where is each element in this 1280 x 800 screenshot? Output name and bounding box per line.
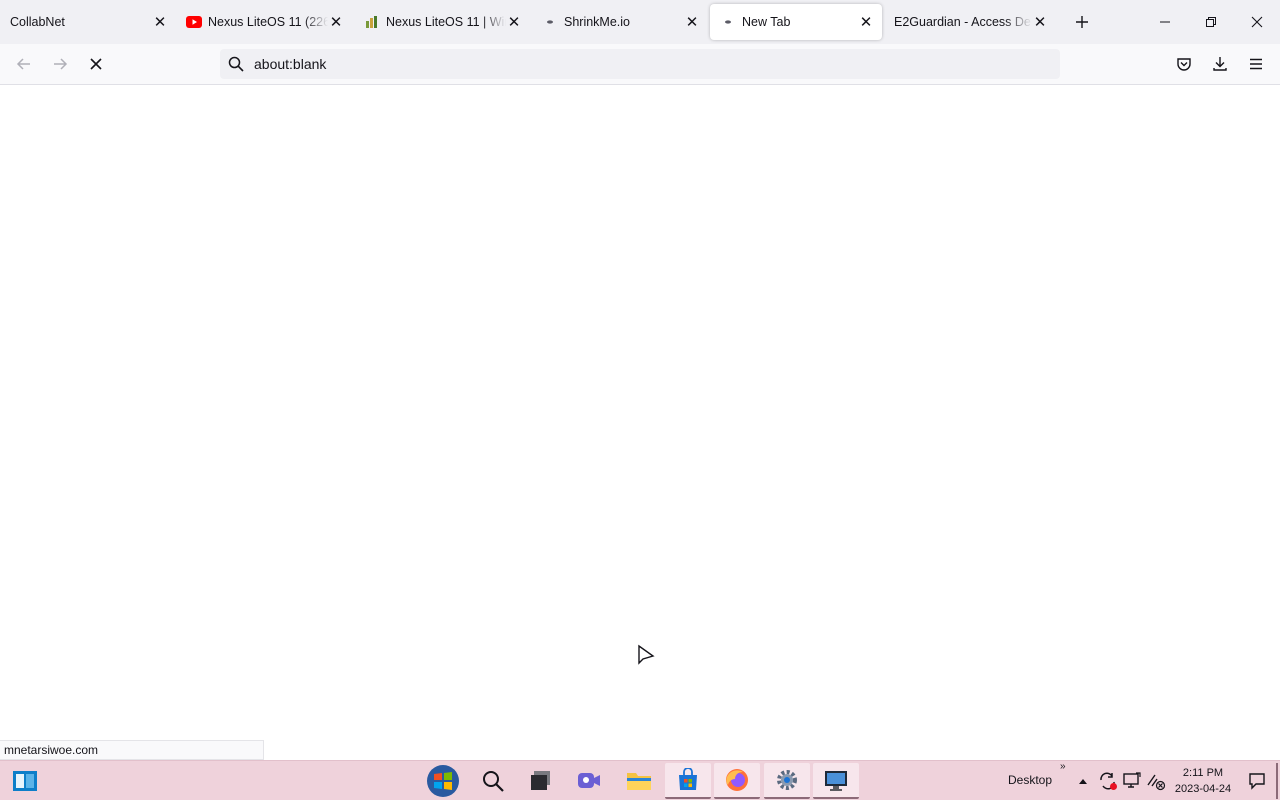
panel-icon — [13, 771, 37, 791]
tab-title: CollabNet — [10, 15, 65, 29]
tab-nexus-site[interactable]: Nexus LiteOS 11 | Windo ✕ — [354, 4, 530, 40]
back-arrow-icon — [16, 58, 30, 70]
browser-window: CollabNet ✕ Nexus LiteOS 11 (22621 ✕ Nex… — [0, 0, 1280, 800]
tab-title: E2Guardian - Access Denied — [894, 15, 1032, 29]
close-icon — [1251, 16, 1263, 28]
close-tab-icon[interactable]: ✕ — [684, 14, 700, 31]
remote-desktop-button[interactable] — [813, 763, 859, 799]
restore-button[interactable] — [1188, 0, 1234, 44]
pocket-button[interactable] — [1170, 50, 1198, 78]
network-tray-button[interactable] — [1144, 763, 1168, 799]
desktop-toolbar-label[interactable]: Desktop — [1008, 773, 1052, 787]
tab-strip: CollabNet ✕ Nexus LiteOS 11 (22621 ✕ Nex… — [0, 0, 1280, 44]
chat-button[interactable] — [566, 763, 612, 799]
start-button[interactable] — [420, 763, 466, 799]
loading-dot-icon — [720, 14, 736, 30]
tab-title: ShrinkMe.io — [564, 15, 630, 29]
hamburger-menu-icon — [1250, 58, 1262, 70]
tab-title: New Tab — [742, 15, 791, 29]
clock-date: 2023-04-24 — [1174, 783, 1232, 795]
toolbar-chevron[interactable]: » — [1060, 761, 1066, 772]
windows-logo-icon — [427, 765, 459, 797]
clock-time: 2:11 PM — [1182, 767, 1224, 779]
plus-icon — [1076, 16, 1088, 28]
youtube-icon — [186, 14, 202, 30]
start-panel-button[interactable] — [2, 763, 48, 799]
search-icon — [483, 771, 504, 792]
monitor-icon — [825, 771, 847, 791]
file-explorer-button[interactable] — [616, 763, 662, 799]
tab-new-tab[interactable]: New Tab ✕ — [710, 4, 882, 40]
minimize-icon — [1160, 21, 1170, 23]
store-icon — [679, 768, 697, 790]
sync-tray-button[interactable] — [1096, 763, 1120, 799]
notifications-button[interactable] — [1240, 763, 1274, 799]
taskbar: Desktop » 2:11 PM 2023-04-24 — [0, 760, 1280, 800]
forward-arrow-icon — [54, 58, 68, 70]
downloads-button[interactable] — [1206, 50, 1234, 78]
task-view-icon — [531, 771, 550, 790]
download-icon — [1213, 57, 1227, 71]
status-text: mnetarsiwoe.com — [4, 743, 99, 757]
tab-e2guardian[interactable]: E2Guardian - Access Denied ✕ — [884, 4, 1056, 40]
tab-title: Nexus LiteOS 11 | Windo — [386, 15, 506, 29]
sync-icon — [1100, 772, 1117, 790]
folder-icon — [627, 773, 651, 790]
task-view-button[interactable] — [518, 763, 564, 799]
show-desktop-strip[interactable] — [1276, 763, 1278, 799]
navigation-toolbar — [0, 44, 1280, 85]
tab-shrinkme[interactable]: ShrinkMe.io ✕ — [532, 4, 708, 40]
search-icon — [228, 56, 244, 72]
close-tab-icon[interactable]: ✕ — [152, 14, 168, 31]
close-tab-icon[interactable]: ✕ — [858, 14, 874, 31]
network-disconnected-icon — [1147, 774, 1166, 791]
loading-dot-icon — [542, 14, 558, 30]
forward-button[interactable] — [46, 50, 74, 78]
system-clock[interactable]: 2:11 PM 2023-04-24 — [1170, 765, 1236, 797]
back-button[interactable] — [10, 50, 38, 78]
tab-nexus-youtube[interactable]: Nexus LiteOS 11 (22621 ✕ — [176, 4, 352, 40]
close-tab-icon[interactable]: ✕ — [328, 14, 344, 31]
display-icon — [1123, 772, 1141, 788]
chevron-up-icon — [1079, 779, 1087, 784]
tab-collabnet[interactable]: CollabNet ✕ — [0, 4, 176, 40]
stop-button[interactable] — [82, 50, 110, 78]
firefox-icon — [726, 769, 748, 791]
display-tray-button[interactable] — [1120, 763, 1144, 799]
restore-icon — [1206, 17, 1216, 27]
search-taskbar-button[interactable] — [470, 763, 516, 799]
firefox-button[interactable] — [714, 763, 760, 799]
settings-button[interactable] — [764, 763, 810, 799]
gear-icon — [777, 770, 797, 790]
close-tab-icon[interactable]: ✕ — [1032, 14, 1048, 31]
close-tab-icon[interactable]: ✕ — [506, 14, 522, 31]
new-tab-button[interactable] — [1070, 10, 1094, 34]
pocket-icon — [1177, 58, 1191, 71]
tab-title: Nexus LiteOS 11 (22621 — [208, 15, 328, 29]
show-hidden-icons-button[interactable] — [1072, 763, 1094, 799]
video-chat-icon — [578, 773, 600, 788]
site-icon — [364, 14, 380, 30]
mouse-cursor-icon — [636, 644, 656, 666]
address-bar[interactable] — [220, 49, 1060, 79]
notification-icon — [1249, 773, 1265, 790]
close-window-button[interactable] — [1234, 0, 1280, 44]
stop-icon — [90, 58, 102, 70]
store-button[interactable] — [665, 763, 711, 799]
menu-button[interactable] — [1242, 50, 1270, 78]
status-panel: mnetarsiwoe.com — [0, 740, 264, 760]
url-input[interactable] — [254, 56, 1034, 72]
minimize-button[interactable] — [1142, 0, 1188, 44]
